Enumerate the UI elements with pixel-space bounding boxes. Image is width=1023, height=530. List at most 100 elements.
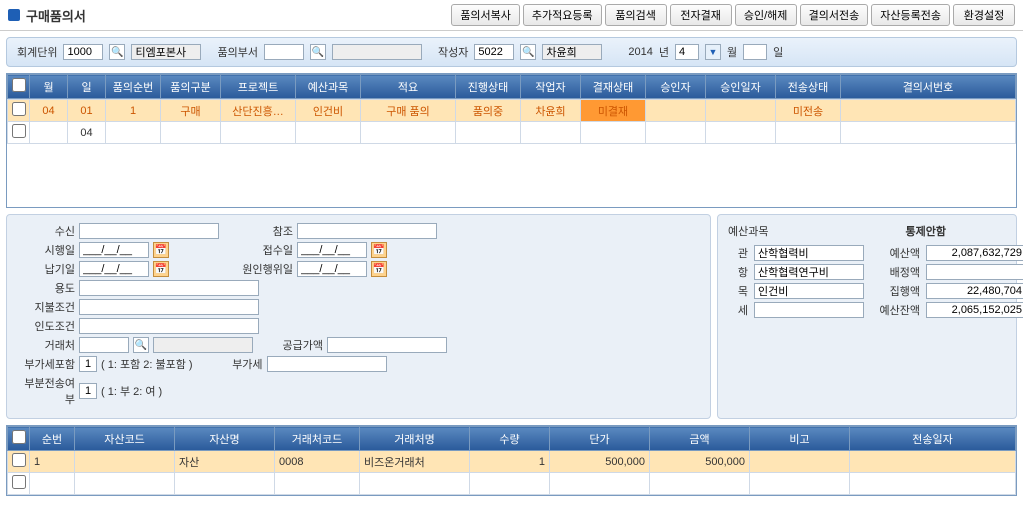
- chamjo-label: 참조: [223, 223, 293, 239]
- cell[interactable]: 500,000: [550, 451, 650, 473]
- georae-search-icon[interactable]: 🔍: [133, 337, 149, 353]
- cell[interactable]: [646, 122, 706, 144]
- eapproval-button[interactable]: 전자결재: [670, 4, 732, 26]
- approve-button[interactable]: 승인/해제: [735, 4, 797, 26]
- row-checkbox[interactable]: [12, 453, 26, 467]
- wonin-input[interactable]: [297, 261, 367, 277]
- cell[interactable]: 미결재: [581, 100, 646, 122]
- jibul-input[interactable]: [79, 299, 259, 315]
- cell[interactable]: 차윤희: [521, 100, 581, 122]
- vat-input[interactable]: [267, 356, 387, 372]
- partial-input[interactable]: [79, 383, 97, 399]
- cell[interactable]: [706, 122, 776, 144]
- cell[interactable]: 1: [30, 451, 75, 473]
- unit-search-icon[interactable]: 🔍: [109, 44, 125, 60]
- jiphaeng-label: 집행액: [870, 283, 920, 299]
- cell[interactable]: [521, 122, 581, 144]
- col-day: 일: [68, 75, 106, 99]
- jeopsu-calendar-icon[interactable]: 📅: [371, 242, 387, 258]
- cell[interactable]: [75, 451, 175, 473]
- cell[interactable]: [360, 473, 470, 495]
- susin-label: 수신: [17, 223, 75, 239]
- cell[interactable]: [75, 473, 175, 495]
- cell[interactable]: [175, 473, 275, 495]
- cell[interactable]: [776, 122, 841, 144]
- cell[interactable]: 0008: [275, 451, 360, 473]
- cell[interactable]: 04: [68, 122, 106, 144]
- bcol-send-date: 전송일자: [850, 427, 1016, 451]
- cell[interactable]: 비즈온거래처: [360, 451, 470, 473]
- cell[interactable]: [30, 122, 68, 144]
- add-memo-button[interactable]: 추가적요등록: [523, 4, 602, 26]
- row-checkbox[interactable]: [12, 124, 26, 138]
- cell[interactable]: 산단진흥…: [221, 100, 296, 122]
- napgi-calendar-icon[interactable]: 📅: [153, 261, 169, 277]
- vat-include-input[interactable]: [79, 356, 97, 372]
- cell[interactable]: 01: [68, 100, 106, 122]
- cell[interactable]: [361, 122, 456, 144]
- dept-search-icon[interactable]: 🔍: [310, 44, 326, 60]
- month-input[interactable]: [675, 44, 699, 60]
- cell[interactable]: [646, 100, 706, 122]
- wonin-calendar-icon[interactable]: 📅: [371, 261, 387, 277]
- sihaeng-input[interactable]: [79, 242, 149, 258]
- cell[interactable]: [750, 451, 850, 473]
- row-checkbox[interactable]: [12, 102, 26, 116]
- cell[interactable]: [221, 122, 296, 144]
- dept-code-input[interactable]: [264, 44, 304, 60]
- author-code-input[interactable]: [474, 44, 514, 60]
- table-row[interactable]: 04011구매산단진흥…인건비구매 품의품의중차윤희미결재 미전송: [8, 100, 1016, 122]
- cell[interactable]: 500,000: [650, 451, 750, 473]
- cell[interactable]: [750, 473, 850, 495]
- copy-button[interactable]: 품의서복사: [451, 4, 520, 26]
- table-row[interactable]: [8, 473, 1016, 495]
- chamjo-input[interactable]: [297, 223, 437, 239]
- indo-input[interactable]: [79, 318, 259, 334]
- table-row[interactable]: 1자산0008비즈온거래처1500,000500,000: [8, 451, 1016, 473]
- cell[interactable]: [550, 473, 650, 495]
- cell[interactable]: 자산: [175, 451, 275, 473]
- cell[interactable]: [850, 451, 1016, 473]
- cell[interactable]: [456, 122, 521, 144]
- row-checkbox[interactable]: [12, 475, 26, 489]
- jeopsu-input[interactable]: [297, 242, 367, 258]
- cell[interactable]: [841, 122, 1016, 144]
- susin-input[interactable]: [79, 223, 219, 239]
- settings-button[interactable]: 환경설정: [953, 4, 1015, 26]
- send-resolution-button[interactable]: 결의서전송: [800, 4, 869, 26]
- month-dropdown-icon[interactable]: ▼: [705, 44, 721, 60]
- cell[interactable]: [841, 100, 1016, 122]
- sihaeng-calendar-icon[interactable]: 📅: [153, 242, 169, 258]
- cell[interactable]: [30, 473, 75, 495]
- day-suffix: 일: [773, 44, 783, 60]
- napgi-input[interactable]: [79, 261, 149, 277]
- cell[interactable]: [275, 473, 360, 495]
- asset-register-button[interactable]: 자산등록전송: [871, 4, 950, 26]
- cell[interactable]: [161, 122, 221, 144]
- bottom-select-all-checkbox[interactable]: [12, 430, 26, 444]
- cell[interactable]: 1: [106, 100, 161, 122]
- cell[interactable]: [850, 473, 1016, 495]
- cell[interactable]: [470, 473, 550, 495]
- cell[interactable]: 품의중: [456, 100, 521, 122]
- yongdo-input[interactable]: [79, 280, 259, 296]
- select-all-checkbox[interactable]: [12, 78, 26, 92]
- unit-code-input[interactable]: [63, 44, 103, 60]
- cell[interactable]: 구매 품의: [361, 100, 456, 122]
- cell[interactable]: [581, 122, 646, 144]
- cell[interactable]: 1: [470, 451, 550, 473]
- cell[interactable]: [706, 100, 776, 122]
- cell[interactable]: 미전송: [776, 100, 841, 122]
- cell[interactable]: [296, 122, 361, 144]
- cell[interactable]: [650, 473, 750, 495]
- table-row[interactable]: 04: [8, 122, 1016, 144]
- search-button[interactable]: 품의검색: [605, 4, 667, 26]
- georae-code-input[interactable]: [79, 337, 129, 353]
- cell[interactable]: 구매: [161, 100, 221, 122]
- cell[interactable]: 인건비: [296, 100, 361, 122]
- cell[interactable]: 04: [30, 100, 68, 122]
- day-input[interactable]: [743, 44, 767, 60]
- gonggeup-input[interactable]: [327, 337, 447, 353]
- cell[interactable]: [106, 122, 161, 144]
- author-search-icon[interactable]: 🔍: [520, 44, 536, 60]
